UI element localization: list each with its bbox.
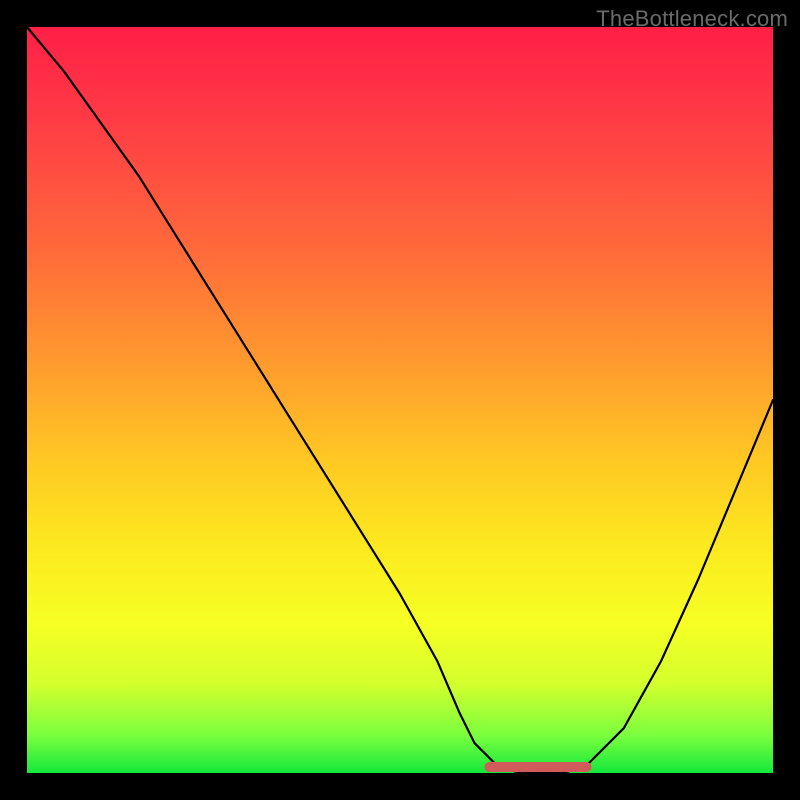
plot-area bbox=[27, 27, 773, 773]
chart-frame: TheBottleneck.com bbox=[0, 0, 800, 800]
bottleneck-curve bbox=[27, 27, 773, 773]
curve-svg bbox=[27, 27, 773, 773]
watermark-text: TheBottleneck.com bbox=[596, 6, 788, 32]
